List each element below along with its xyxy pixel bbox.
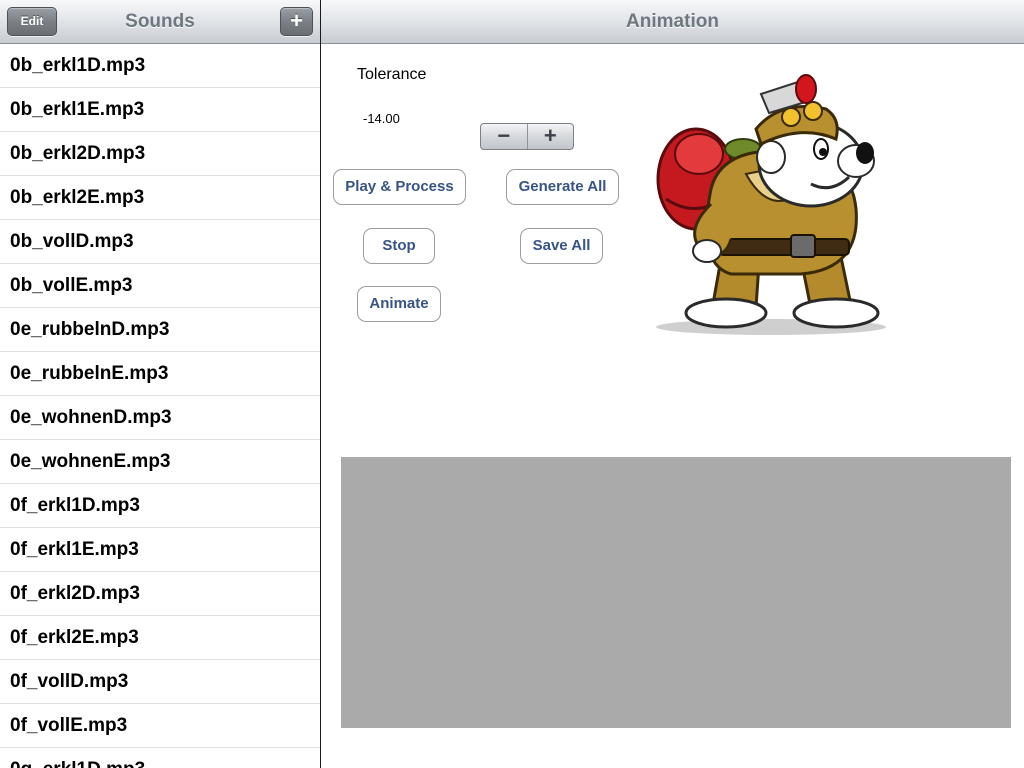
sound-list-item[interactable]: 0b_vollE.mp3 xyxy=(0,264,320,308)
polar-bear-explorer-icon xyxy=(656,74,886,335)
animation-navbar: Animation xyxy=(321,0,1024,44)
sound-list-item[interactable]: 0e_rubbelnE.mp3 xyxy=(0,352,320,396)
sound-list-item[interactable]: 0f_vollE.mp3 xyxy=(0,704,320,748)
animation-detail-pane: Tolerance -14.00 − + Play & Process Gene… xyxy=(321,44,1024,768)
sounds-navbar: Sounds Edit + xyxy=(0,0,320,44)
sound-list-item[interactable]: 0b_erkl1D.mp3 xyxy=(0,44,320,88)
stepper-plus-button[interactable]: + xyxy=(526,124,574,149)
sound-list-item[interactable]: 0f_erkl1D.mp3 xyxy=(0,484,320,528)
sound-list-item[interactable]: 0b_erkl2D.mp3 xyxy=(0,132,320,176)
sound-list-item[interactable]: 0b_erkl1E.mp3 xyxy=(0,88,320,132)
sound-list-item[interactable]: 0f_erkl1E.mp3 xyxy=(0,528,320,572)
sound-list-item[interactable]: 0f_erkl2E.mp3 xyxy=(0,616,320,660)
tolerance-value: -14.00 xyxy=(363,111,400,126)
animation-canvas[interactable] xyxy=(341,457,1011,728)
tolerance-stepper[interactable]: − + xyxy=(480,123,574,150)
sound-list-item[interactable]: 0e_wohnenE.mp3 xyxy=(0,440,320,484)
animation-title: Animation xyxy=(626,11,719,32)
play-process-button[interactable]: Play & Process xyxy=(333,169,466,205)
sound-list-item[interactable]: 0f_vollD.mp3 xyxy=(0,660,320,704)
tolerance-label: Tolerance xyxy=(357,66,427,83)
edit-button[interactable]: Edit xyxy=(7,7,57,36)
sound-list[interactable]: 0b_erkl1D.mp3 0b_erkl1E.mp3 0b_erkl2D.mp… xyxy=(0,44,320,768)
add-sound-button[interactable]: + xyxy=(280,7,313,36)
sound-list-item[interactable]: 0b_vollD.mp3 xyxy=(0,220,320,264)
sound-list-item[interactable]: 0b_erkl2E.mp3 xyxy=(0,176,320,220)
sound-list-item[interactable]: 0g_erkl1D.mp3 xyxy=(0,748,320,768)
stepper-minus-button[interactable]: − xyxy=(481,124,527,149)
stop-button[interactable]: Stop xyxy=(363,228,435,264)
animate-button[interactable]: Animate xyxy=(357,286,441,322)
save-all-button[interactable]: Save All xyxy=(520,228,603,264)
generate-all-button[interactable]: Generate All xyxy=(506,169,619,205)
sound-list-item[interactable]: 0e_rubbelnD.mp3 xyxy=(0,308,320,352)
sound-list-item[interactable]: 0f_erkl2D.mp3 xyxy=(0,572,320,616)
sound-list-item[interactable]: 0e_wohnenD.mp3 xyxy=(0,396,320,440)
